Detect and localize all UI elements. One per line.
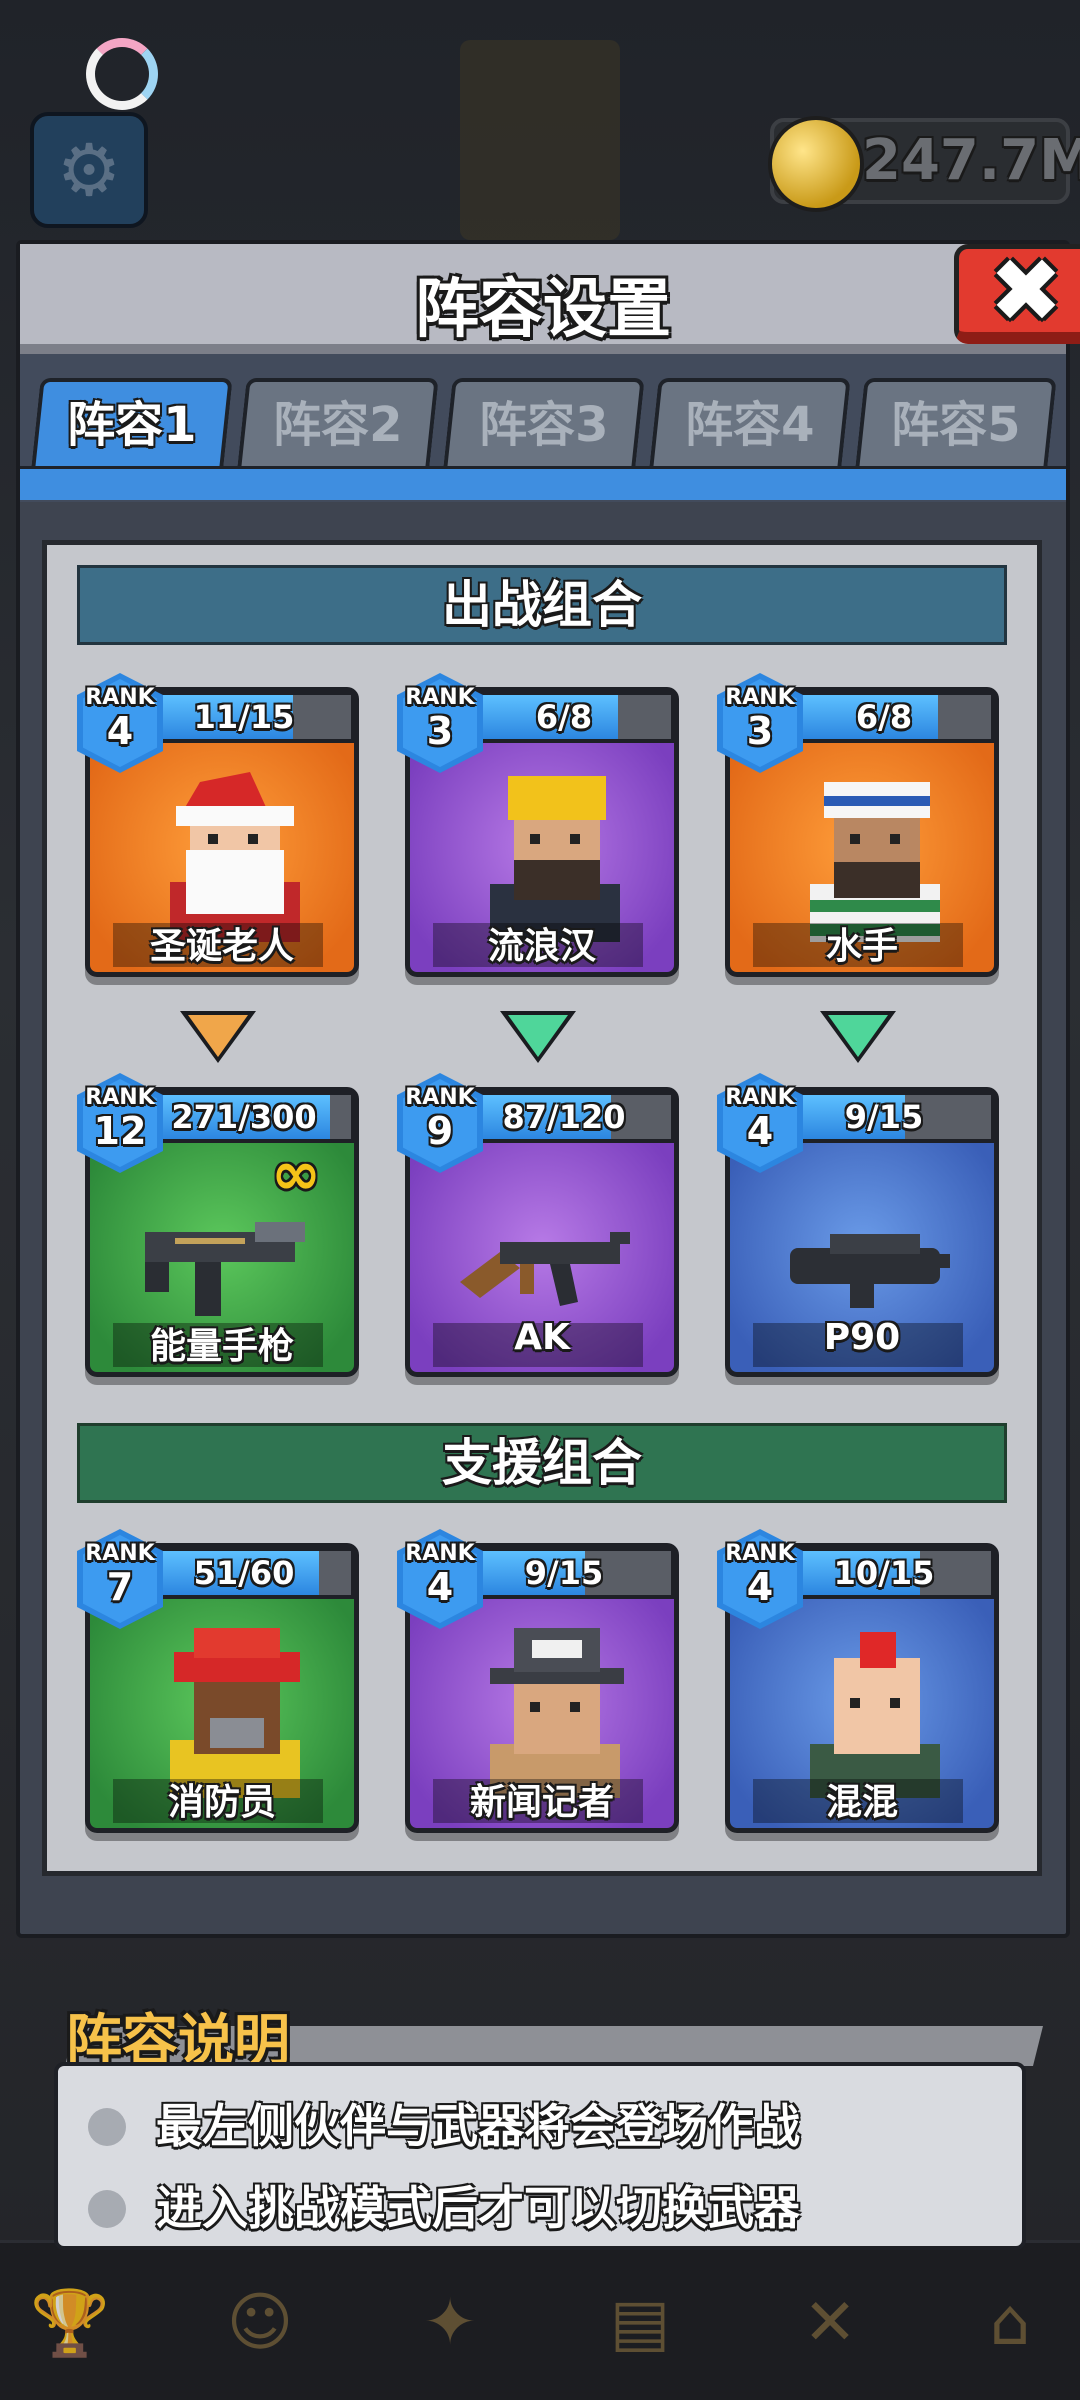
hero-name: 水手 [825, 926, 898, 967]
tab-lineup-3[interactable]: 阵容3 [443, 378, 645, 468]
weapon-name: 能量手枪 [149, 1326, 294, 1367]
hero-card-tramp[interactable]: 6/8 RANK 3 流浪汉 [397, 673, 679, 977]
hero-name: 流浪汉 [487, 926, 596, 967]
weapon-name: AK [514, 1317, 570, 1358]
bullet-icon [88, 2108, 126, 2146]
support-section-header: 支援组合 [77, 1423, 1007, 1503]
hero-name: 圣诞老人 [149, 926, 294, 967]
hero-card-firefighter[interactable]: 51/60 RANK 7 消防员 [77, 1529, 359, 1833]
description-line: 进入挑战模式后才可以切换武器 [58, 2178, 1022, 2238]
team-icon[interactable]: ☺ [210, 2273, 310, 2373]
lineup-dialog: 阵容设置 ✖ 阵容1 阵容2 阵容3 阵容4 阵容5 出战组合 11/15 RA… [16, 240, 1080, 1938]
weapon-name: P90 [823, 1317, 901, 1358]
tab-lineup-1[interactable]: 阵容1 [31, 378, 233, 468]
loading-ring-icon [86, 38, 158, 110]
bullet-icon [88, 2190, 126, 2228]
tab-lineup-2[interactable]: 阵容2 [237, 378, 439, 468]
coin-icon [768, 116, 864, 212]
dialog-title: 阵容设置 [415, 273, 671, 347]
hero-card-sailor[interactable]: 6/8 RANK 3 水手 [717, 673, 999, 977]
hero-card-reporter[interactable]: 9/15 RANK 4 新闻记者 [397, 1529, 679, 1833]
weapon-card-ak[interactable]: 87/120 RANK 9 AK [397, 1073, 679, 1377]
tab-lineup-4[interactable]: 阵容4 [649, 378, 851, 468]
book-icon[interactable]: ▤ [590, 2273, 690, 2373]
shop-icon[interactable]: ⌂ [960, 2273, 1060, 2373]
bottom-nav: 🏆 ☺ ✦ ▤ ✕ ⌂ [0, 2240, 1080, 2400]
arrow-down-icon [500, 1011, 576, 1063]
description-line: 最左侧伙伴与武器将会登场作战 [58, 2096, 1022, 2156]
lineup-content: 出战组合 11/15 RANK 4 圣诞老人 6/8 RANK 3 流浪汉 6/… [42, 540, 1042, 1876]
coin-amount: 247.7M [862, 128, 1080, 193]
hero-name: 新闻记者 [469, 1782, 614, 1823]
close-icon: ✖ [989, 239, 1063, 342]
lineup-tabs: 阵容1 阵容2 阵容3 阵容4 阵容5 [20, 354, 1066, 502]
tabs-underline [20, 466, 1066, 500]
infinity-icon: ∞ [271, 1139, 321, 1209]
weapon-card-energy-pistol[interactable]: 271/300 ∞ RANK 12 能量手枪 [77, 1073, 359, 1377]
hero-name: 混混 [825, 1782, 898, 1823]
hero-card-santa[interactable]: 11/15 RANK 4 圣诞老人 [77, 673, 359, 977]
arrow-down-icon [180, 1011, 256, 1063]
close-button[interactable]: ✖ [954, 244, 1080, 344]
gear-icon: ⚙ [56, 128, 122, 212]
settings-button[interactable]: ⚙ [30, 112, 148, 228]
description-box: 最左侧伙伴与武器将会登场作战 进入挑战模式后才可以切换武器 [54, 2062, 1026, 2250]
dialog-header: 阵容设置 [20, 244, 1066, 354]
weapon-card-p90[interactable]: 9/15 RANK 4 P90 [717, 1073, 999, 1377]
hero-card-punk[interactable]: 10/15 RANK 4 混混 [717, 1529, 999, 1833]
arrow-down-icon [820, 1011, 896, 1063]
battle-icon[interactable]: ✕ [780, 2273, 880, 2373]
battle-section-header: 出战组合 [77, 565, 1007, 645]
tab-lineup-5[interactable]: 阵容5 [855, 378, 1057, 468]
weapon-icon[interactable]: ✦ [400, 2273, 500, 2373]
trophy-icon[interactable]: 🏆 [20, 2273, 120, 2373]
background-character [460, 40, 620, 240]
hero-name: 消防员 [167, 1782, 276, 1823]
